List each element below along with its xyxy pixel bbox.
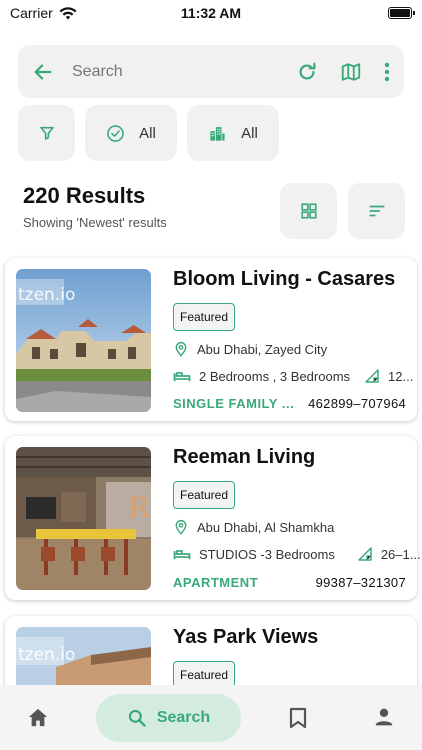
listing-location-text: Abu Dhabi, Al Shamkha [197,519,335,535]
property-type-filter-chip[interactable]: All [187,105,279,161]
status-filter-chip[interactable]: All [85,105,177,161]
listing-type: SINGLE FAMILY ... [173,396,295,411]
status-time: 11:32 AM [180,5,242,21]
location-pin-icon [173,518,189,536]
svg-text:R: R [128,491,150,524]
property-type-filter-label: All [241,124,258,142]
grid-view-button[interactable] [280,183,337,239]
listing-type: APARTMENT [173,575,259,590]
sort-icon [368,202,386,220]
status-filter-label: All [139,124,156,142]
status-bar: Carrier 11:32 AM [0,0,422,26]
location-pin-icon [173,340,189,358]
featured-badge: Featured [173,303,236,331]
listing-location: Abu Dhabi, Al Shamkha [173,518,334,536]
nav-search-tab[interactable]: Search [96,694,241,742]
featured-badge: Featured [173,481,236,509]
back-arrow-icon[interactable] [32,61,54,83]
listing-price: 462899–707964 [308,396,406,411]
filter-button[interactable] [18,105,75,161]
listing-area: 26–1... [380,546,421,562]
listing-bedrooms: 2 Bedrooms , 3 Bedrooms [199,368,351,384]
bottom-navigation: Search [0,685,422,750]
profile-icon[interactable] [374,707,394,727]
filter-icon [39,125,55,141]
listing-title: Reeman Living [173,446,316,468]
filter-bar: All All [18,105,279,161]
refresh-icon[interactable] [296,61,318,83]
listing-watermark: tzen.io [18,645,75,665]
listing-image[interactable]: tzen.io [16,269,151,412]
battery-icon [388,7,415,19]
sort-button[interactable] [348,183,405,239]
results-header: 220 Results Showing 'Newest' results [23,183,167,230]
listing-price: 99387–321307 [315,575,406,590]
search-actions [296,61,390,83]
listing-card[interactable]: R Reeman Living Featured Abu Dhabi, Al S… [5,436,421,600]
area-icon [357,546,373,562]
grid-icon [300,202,318,220]
map-icon[interactable] [340,61,362,83]
listing-watermark: tzen.io [18,285,75,305]
listing-specs: STUDIOS -3 Bedrooms 26–1... [173,546,421,562]
bed-icon [173,369,191,383]
nav-search-label: Search [156,709,211,726]
more-vertical-icon[interactable] [384,61,390,83]
check-circle-icon [106,124,125,143]
listing-location: Abu Dhabi, Zayed City [173,340,327,358]
listing-card[interactable]: tzen.io Bloom Living - Casares Featured … [5,258,417,421]
buildings-icon [208,124,227,143]
search-input[interactable]: Search [72,63,296,81]
listing-area: 12... [388,368,414,384]
listing-title: Yas Park Views [173,626,319,648]
home-icon[interactable] [27,707,49,727]
bed-icon [173,547,191,561]
listing-image[interactable]: R [16,447,151,590]
listing-location-text: Abu Dhabi, Zayed City [197,341,328,357]
area-icon [364,368,380,384]
listing-specs: 2 Bedrooms , 3 Bedrooms 12... [173,368,413,384]
results-sort-subtitle: Showing 'Newest' results [23,215,167,230]
search-bar[interactable]: Search [18,45,404,98]
listing-bedrooms: STUDIOS -3 Bedrooms [199,546,335,562]
results-count: 220 Results [23,183,146,208]
listing-title: Bloom Living - Casares [173,268,396,290]
search-icon [127,708,147,728]
bookmark-icon[interactable] [289,707,307,729]
